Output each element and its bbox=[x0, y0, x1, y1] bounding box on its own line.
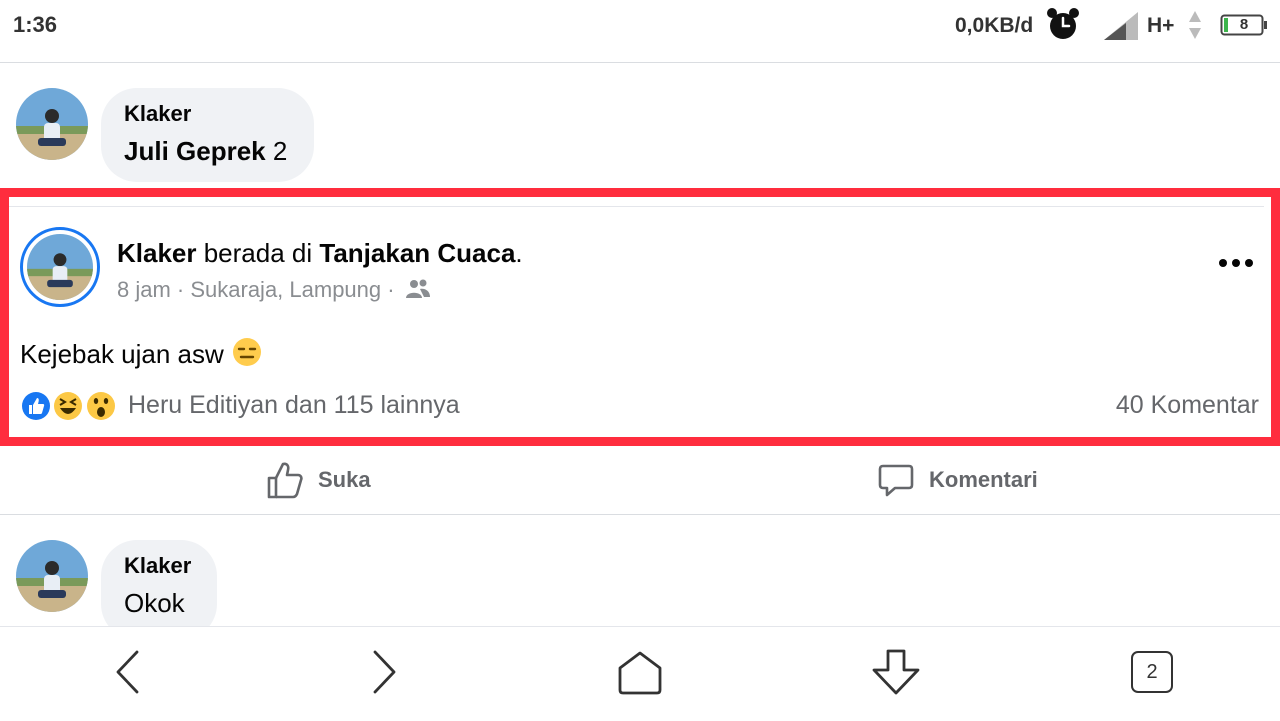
comment-button[interactable]: Komentari bbox=[877, 458, 1038, 502]
reaction-icons[interactable] bbox=[19, 388, 119, 424]
comment-label: Komentari bbox=[929, 467, 1038, 492]
more-options-icon[interactable] bbox=[1212, 250, 1260, 276]
network-type: H+ bbox=[1147, 14, 1175, 37]
post-author[interactable]: Klaker bbox=[117, 238, 197, 268]
status-time: 1:36 bbox=[13, 12, 58, 37]
reaction-summary[interactable]: Heru Editiyan dan 115 lainnya bbox=[128, 391, 460, 420]
post-place[interactable]: Tanjakan Cuaca bbox=[319, 238, 515, 268]
comment-icon bbox=[878, 464, 914, 497]
haha-icon bbox=[52, 390, 84, 422]
post-header: Klaker berada di Tanjakan Cuaca. bbox=[117, 238, 523, 269]
forward-icon[interactable] bbox=[366, 648, 402, 696]
comment-count[interactable]: 40 Komentar bbox=[1116, 391, 1259, 420]
network-speed: 0,0KB/d bbox=[955, 14, 1034, 37]
like-icon bbox=[20, 390, 52, 422]
tabs-button[interactable]: 2 bbox=[1131, 651, 1173, 693]
post-avatar[interactable] bbox=[27, 234, 93, 300]
comment-suffix: 2 bbox=[265, 136, 288, 166]
post-meta: 8 jam · Sukaraja, Lampung · bbox=[117, 277, 431, 303]
data-arrows-icon bbox=[1189, 11, 1201, 39]
mention-text[interactable]: Juli Geprek bbox=[124, 136, 266, 166]
post-verb: berada di bbox=[196, 238, 320, 268]
like-button[interactable]: Suka bbox=[266, 458, 371, 502]
post-text: Kejebak ujan asw bbox=[20, 339, 224, 369]
action-bar bbox=[0, 446, 1280, 515]
avatar[interactable] bbox=[16, 88, 88, 160]
post-body: Kejebak ujan asw bbox=[20, 336, 263, 370]
alarm-icon bbox=[1047, 8, 1079, 39]
back-icon[interactable] bbox=[110, 648, 146, 696]
friends-icon bbox=[405, 279, 430, 298]
status-bar bbox=[0, 0, 1280, 63]
thumbs-up-icon bbox=[267, 462, 303, 499]
like-label: Suka bbox=[318, 467, 371, 492]
post-meta-text: 8 jam · Sukaraja, Lampung · bbox=[117, 277, 395, 302]
comment-text: Juli Geprek 2 bbox=[124, 136, 287, 167]
comment-author[interactable]: Klaker bbox=[124, 101, 191, 127]
home-icon[interactable] bbox=[616, 650, 664, 696]
post-place-suffix: . bbox=[515, 238, 523, 268]
avatar[interactable] bbox=[16, 540, 88, 612]
download-icon[interactable] bbox=[870, 648, 922, 696]
wow-icon bbox=[85, 390, 117, 422]
comment-text: Okok bbox=[124, 588, 185, 618]
battery-level: 8 bbox=[1239, 16, 1249, 33]
expressionless-emoji-icon bbox=[233, 338, 262, 366]
comment-author[interactable]: Klaker bbox=[124, 553, 191, 579]
signal-icon bbox=[1104, 12, 1138, 40]
